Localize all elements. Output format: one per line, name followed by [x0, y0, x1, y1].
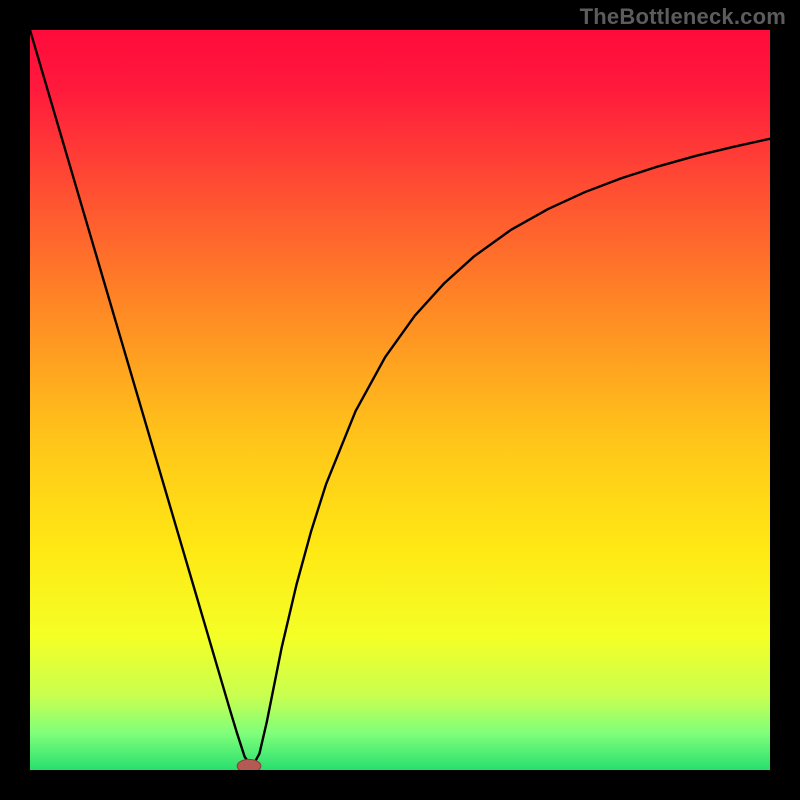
watermark-text: TheBottleneck.com	[580, 4, 786, 30]
chart-container: TheBottleneck.com	[0, 0, 800, 800]
min-marker	[237, 759, 261, 770]
gradient-background	[30, 30, 770, 770]
plot-area	[30, 30, 770, 770]
plot-svg	[30, 30, 770, 770]
